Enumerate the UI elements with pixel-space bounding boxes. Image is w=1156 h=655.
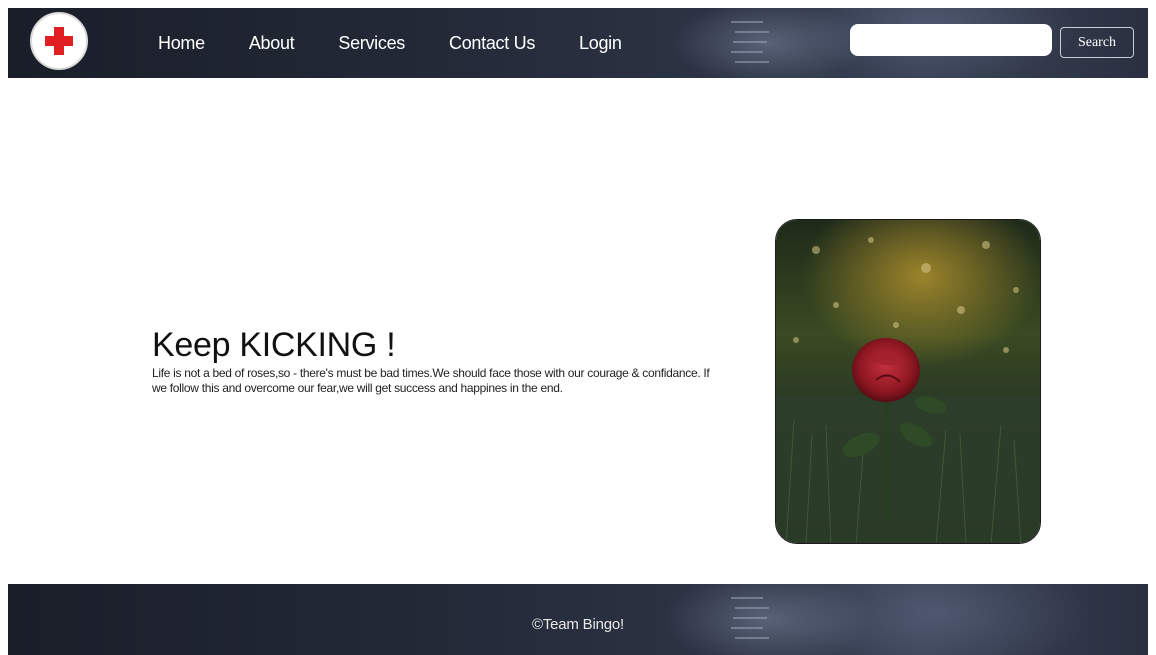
nav-services-link[interactable]: Services — [338, 33, 405, 54]
rose-image — [775, 219, 1041, 544]
nav-home-link[interactable]: Home — [158, 33, 205, 54]
dna-helix-decoration-icon — [731, 21, 769, 63]
search-input[interactable] — [850, 24, 1052, 56]
nav-contact-us-link[interactable]: Contact Us — [449, 33, 535, 54]
hero-paragraph: Life is not a bed of roses,so - there's … — [152, 366, 710, 395]
footer-copyright: ©Team Bingo! — [531, 616, 625, 633]
rose-photo-icon — [776, 220, 1040, 543]
hero-title: Keep KICKING ! — [152, 326, 396, 364]
main-nav: Home About Services Contact Us Login — [158, 8, 666, 78]
search-button[interactable]: Search — [1060, 27, 1134, 58]
red-cross-icon — [45, 27, 73, 55]
hero-text-block: Keep KICKING ! Life is not a bed of rose… — [152, 326, 717, 396]
site-logo[interactable] — [30, 12, 88, 70]
footer: ©Team Bingo! — [8, 584, 1148, 655]
nav-about-link[interactable]: About — [249, 33, 295, 54]
header-navbar: Home About Services Contact Us Login Sea… — [8, 8, 1148, 78]
nav-login-link[interactable]: Login — [579, 33, 622, 54]
page: Home About Services Contact Us Login Sea… — [0, 0, 1156, 655]
